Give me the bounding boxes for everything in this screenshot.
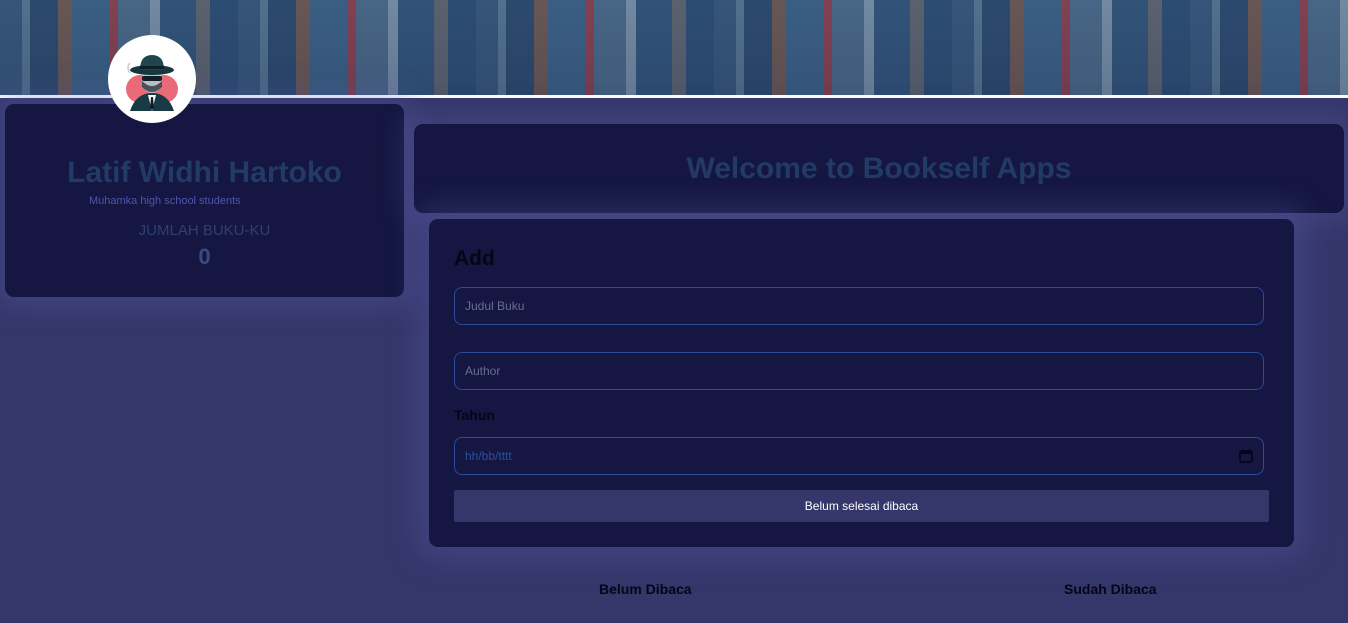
year-label: Tahun [454,407,495,423]
profile-card: Latif Widhi Hartoko Muhamka high school … [5,104,404,297]
unread-shelf-heading: Belum Dibaca [599,581,692,597]
header-banner [0,0,1348,95]
banner-divider [0,95,1348,98]
read-shelf-heading: Sudah Dibaca [1064,581,1157,597]
book-count-label: JUMLAH BUKU-KU [138,222,271,239]
book-count-value: 0 [198,244,211,269]
submit-unread-button[interactable]: Belum selesai dibaca [454,490,1269,522]
spy-avatar-icon [122,49,182,111]
form-title: Add [454,247,495,270]
avatar [108,35,196,123]
calendar-icon[interactable] [1239,449,1253,463]
welcome-card: Welcome to Bookself Apps [414,124,1344,213]
profile-role: Muhamka high school students [89,195,241,207]
welcome-title: Welcome to Bookself Apps [686,151,1072,185]
author-input[interactable] [454,352,1264,390]
date-placeholder: hh/bb/tttt [465,449,512,463]
profile-name: Latif Widhi Hartoko [67,156,342,189]
year-date-input[interactable]: hh/bb/tttt [454,437,1264,475]
add-book-form: Add Tahun hh/bb/tttt Belum selesai dibac… [429,219,1294,547]
book-title-input[interactable] [454,287,1264,325]
